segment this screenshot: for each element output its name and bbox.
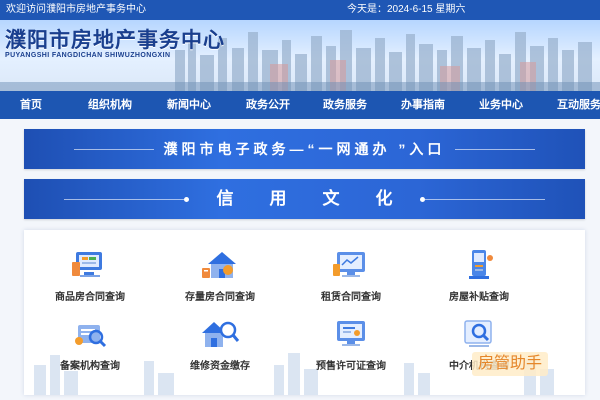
service-label: 商品房合同查询 bbox=[55, 292, 125, 303]
service-filing-agency[interactable]: 备案机构查询 bbox=[30, 317, 150, 379]
credit-banner-text: 信用文化 bbox=[216, 189, 429, 208]
nav-item-guide[interactable]: 办事指南 bbox=[401, 91, 445, 119]
intermediary-search-icon bbox=[464, 320, 492, 347]
lease-monitor-icon bbox=[333, 252, 365, 277]
service-presale-license[interactable]: 预售许可证查询 bbox=[291, 317, 411, 379]
nav-item-government-affairs[interactable]: 政务公开 bbox=[246, 91, 290, 119]
current-date: 今天是：2024-6-15 星期六 bbox=[347, 4, 466, 15]
service-existing-housing-contract[interactable]: 存量房合同查询 bbox=[160, 248, 280, 310]
top-info-bar: 欢迎访问濮阳市房地产事务中心 今天是：2024-6-15 星期六 bbox=[0, 0, 600, 20]
site-subtitle: PUYANGSHI FANGDICHAN SHIWUZHONGXIN bbox=[5, 52, 171, 59]
main-nav: 首页 组织机构 新闻中心 政务公开 政务服务 办事指南 业务中心 互动服务 bbox=[0, 91, 600, 119]
service-commodity-housing-contract[interactable]: 商品房合同查询 bbox=[30, 248, 150, 310]
credit-culture-banner[interactable]: 信用文化 bbox=[24, 179, 585, 219]
egov-banner-text: 濮阳市电子政务—“一网通办 ”入口 bbox=[163, 141, 446, 157]
nav-item-home[interactable]: 首页 bbox=[20, 91, 42, 119]
house-magnifier-icon bbox=[202, 321, 240, 347]
service-label: 房屋补贴查询 bbox=[449, 292, 509, 303]
header-banner: 濮阳市房地产事务中心 PUYANGSHI FANGDICHAN SHIWUZHO… bbox=[0, 20, 600, 91]
nav-item-interactive[interactable]: 互动服务 bbox=[557, 91, 600, 119]
agency-search-icon bbox=[75, 325, 107, 348]
subsidy-kiosk-icon bbox=[469, 250, 493, 279]
nav-item-news[interactable]: 新闻中心 bbox=[167, 91, 211, 119]
site-title: 濮阳市房地产事务中心 bbox=[5, 29, 225, 52]
house-contract-icon bbox=[202, 252, 236, 278]
service-label: 租赁合同查询 bbox=[321, 292, 381, 303]
egov-portal-banner[interactable]: 濮阳市电子政务—“一网通办 ”入口 bbox=[24, 129, 585, 169]
service-label: 存量房合同查询 bbox=[185, 292, 255, 303]
service-label: 预售许可证查询 bbox=[316, 361, 386, 372]
service-maintenance-fund[interactable]: 维修资金缴存 bbox=[160, 317, 280, 379]
service-label: 备案机构查询 bbox=[60, 361, 120, 372]
nav-item-business[interactable]: 业务中心 bbox=[479, 91, 523, 119]
service-housing-subsidy[interactable]: 房屋补贴查询 bbox=[419, 248, 539, 310]
presale-license-icon bbox=[337, 321, 365, 346]
welcome-text: 欢迎访问濮阳市房地产事务中心 bbox=[6, 4, 146, 15]
nav-item-organization[interactable]: 组织机构 bbox=[88, 91, 132, 119]
contract-screen-icon bbox=[72, 252, 102, 277]
service-label: 维修资金缴存 bbox=[190, 361, 250, 372]
service-lease-contract[interactable]: 租赁合同查询 bbox=[291, 248, 411, 310]
housing-assistant-watermark: 房管助手 bbox=[472, 352, 549, 376]
nav-item-government-services[interactable]: 政务服务 bbox=[323, 91, 367, 119]
